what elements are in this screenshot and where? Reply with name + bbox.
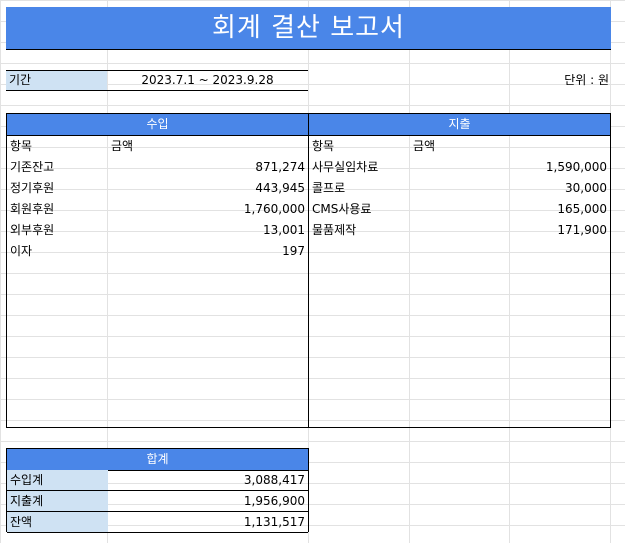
income-amount-cell[interactable]: 13,001 bbox=[263, 220, 305, 241]
income-row: 정기후원 443,945 bbox=[7, 178, 308, 199]
income-row: 회원후원 1,760,000 bbox=[7, 199, 308, 220]
expense-row: CMS사용료 165,000 bbox=[309, 199, 610, 220]
expense-item-cell[interactable]: 콜프로 bbox=[312, 178, 345, 199]
expense-item-cell[interactable]: 물품제작 bbox=[312, 220, 356, 241]
expense-amount-cell[interactable]: 30,000 bbox=[565, 178, 607, 199]
expense-col-item[interactable]: 항목 bbox=[312, 136, 334, 157]
summary-row: 잔액 1,131,517 bbox=[7, 512, 308, 533]
summary-value-cell[interactable]: 3,088,417 bbox=[108, 470, 308, 491]
income-item-cell[interactable]: 이자 bbox=[10, 241, 32, 262]
income-header[interactable]: 수입 bbox=[7, 114, 308, 136]
income-amount-cell[interactable]: 1,760,000 bbox=[244, 199, 305, 220]
income-amount-cell[interactable]: 197 bbox=[282, 241, 305, 262]
income-item-cell[interactable]: 외부후원 bbox=[10, 220, 54, 241]
summary-label-cell[interactable]: 지출계 bbox=[7, 491, 108, 512]
summary-value-cell[interactable]: 1,956,900 bbox=[108, 491, 308, 512]
income-item-cell[interactable]: 기존잔고 bbox=[10, 157, 54, 178]
report-title[interactable]: 회계 결산 보고서 bbox=[6, 7, 611, 50]
summary-row: 수입계 3,088,417 bbox=[7, 470, 308, 491]
income-amount-cell[interactable]: 871,274 bbox=[255, 157, 305, 178]
summary-row: 지출계 1,956,900 bbox=[7, 491, 308, 512]
expense-row: 물품제작 171,900 bbox=[309, 220, 610, 241]
income-row: 외부후원 13,001 bbox=[7, 220, 308, 241]
income-col-amount[interactable]: 금액 bbox=[111, 136, 133, 157]
period-value[interactable]: 2023.7.1 ~ 2023.9.28 bbox=[107, 70, 308, 91]
income-amount-cell[interactable]: 443,945 bbox=[255, 178, 305, 199]
summary-header[interactable]: 합계 bbox=[7, 449, 308, 471]
expense-amount-cell[interactable]: 165,000 bbox=[557, 199, 607, 220]
income-item-cell[interactable]: 회원후원 bbox=[10, 199, 54, 220]
income-item-cell[interactable]: 정기후원 bbox=[10, 178, 54, 199]
expense-column-header: 항목 금액 bbox=[309, 136, 610, 157]
income-row: 이자 197 bbox=[7, 241, 308, 262]
income-panel: 수입 항목 금액 기존잔고 871,274 정기후원 443,945 회원후원 1,760… bbox=[6, 113, 309, 428]
expense-col-amount[interactable]: 금액 bbox=[413, 136, 435, 157]
income-column-header: 항목 금액 bbox=[7, 136, 308, 157]
summary-label-cell[interactable]: 수입계 bbox=[7, 470, 108, 491]
expense-item-cell[interactable]: 사무실임차료 bbox=[312, 157, 378, 178]
period-label[interactable]: 기간 bbox=[6, 70, 107, 91]
unit-label[interactable]: 단위 : 원 bbox=[509, 70, 609, 91]
expense-panel: 지출 항목 금액 사무실임차료 1,590,000 콜프로 30,000 CMS사용료 1… bbox=[308, 113, 611, 428]
expense-amount-cell[interactable]: 1,590,000 bbox=[546, 157, 607, 178]
expense-item-cell[interactable]: CMS사용료 bbox=[312, 199, 371, 220]
summary-value-cell[interactable]: 1,131,517 bbox=[108, 512, 308, 533]
income-row: 기존잔고 871,274 bbox=[7, 157, 308, 178]
expense-row: 사무실임차료 1,590,000 bbox=[309, 157, 610, 178]
summary-panel: 합계 수입계 3,088,417 지출계 1,956,900 잔액 1,131,517 bbox=[6, 448, 309, 533]
summary-label-cell[interactable]: 잔액 bbox=[7, 512, 108, 533]
income-col-item[interactable]: 항목 bbox=[10, 136, 32, 157]
expense-row: 콜프로 30,000 bbox=[309, 178, 610, 199]
expense-amount-cell[interactable]: 171,900 bbox=[557, 220, 607, 241]
expense-header[interactable]: 지출 bbox=[309, 114, 610, 136]
